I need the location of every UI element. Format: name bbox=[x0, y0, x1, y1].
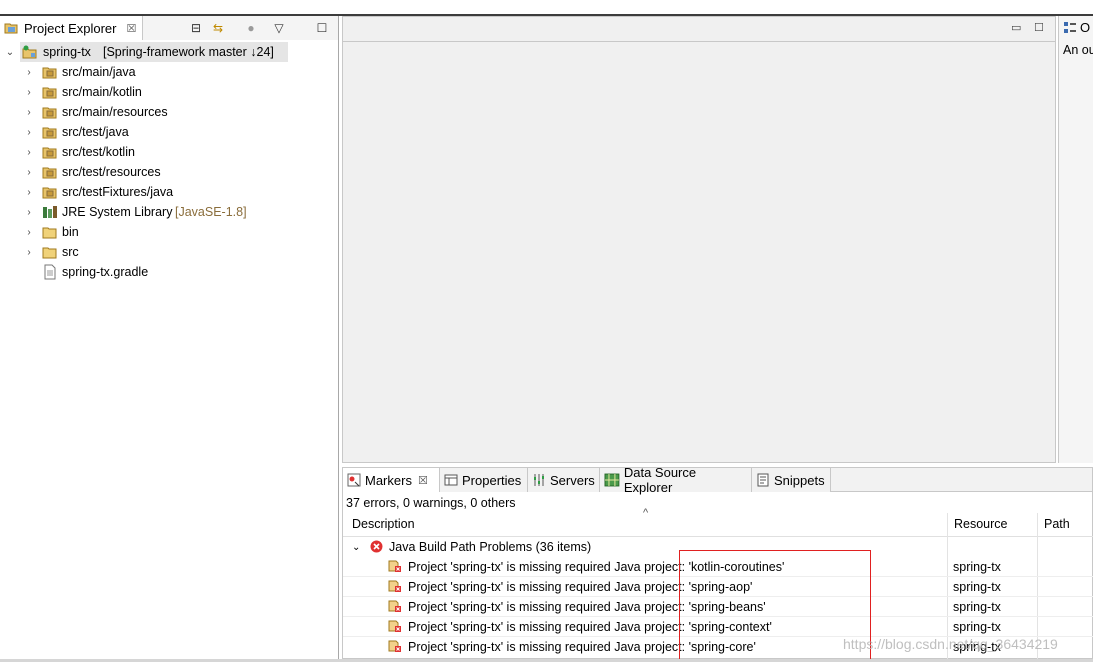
watermark: https://blog.csdn.net/qq_36434219 bbox=[843, 636, 1058, 652]
marker-resource: spring-tx bbox=[953, 600, 1001, 614]
tab-label: Servers bbox=[550, 472, 595, 488]
markers-icon bbox=[347, 473, 361, 487]
package-folder-icon bbox=[42, 107, 57, 119]
maximize-icon[interactable]: ☐ bbox=[314, 20, 330, 36]
view-menu-icon[interactable]: ▽ bbox=[271, 20, 287, 36]
tab-servers[interactable]: Servers bbox=[528, 468, 600, 492]
tab-properties[interactable]: Properties bbox=[440, 468, 528, 492]
minimize-icon[interactable]: ▭ bbox=[1011, 21, 1021, 34]
group-label: Java Build Path Problems (36 items) bbox=[389, 540, 592, 554]
file-icon bbox=[44, 264, 56, 280]
root-label: spring-tx bbox=[43, 45, 91, 59]
build-path-error-icon bbox=[388, 600, 401, 612]
column-description[interactable]: Description bbox=[352, 517, 415, 531]
column-resource[interactable]: Resource bbox=[954, 517, 1008, 531]
properties-icon bbox=[444, 474, 458, 486]
chevron-right-icon[interactable]: › bbox=[24, 162, 34, 182]
folder-icon bbox=[42, 247, 57, 259]
panel-tabs: Markers ☒ Properties Servers Data Source… bbox=[343, 465, 1092, 495]
chevron-right-icon[interactable]: › bbox=[24, 242, 34, 262]
chevron-right-icon[interactable]: › bbox=[24, 222, 34, 242]
data-source-icon bbox=[604, 473, 620, 487]
chevron-right-icon[interactable]: › bbox=[24, 102, 34, 122]
project-explorer-header: Project Explorer ☒ ⊟ ⇆ ● ▽ ☐ bbox=[0, 16, 338, 40]
tab-label: Markers bbox=[365, 472, 412, 488]
tree-item-label[interactable]: src bbox=[62, 245, 79, 259]
chevron-right-icon[interactable]: › bbox=[24, 62, 34, 82]
package-folder-icon bbox=[42, 127, 57, 139]
tree-item-label[interactable]: src/main/java bbox=[62, 65, 136, 79]
chevron-down-icon[interactable]: ⌄ bbox=[5, 42, 15, 62]
tree-item-label[interactable]: src/test/kotlin bbox=[62, 145, 135, 159]
root-decoration: [Spring-framework master ↓24] bbox=[103, 45, 274, 59]
outline-message: An ou bbox=[1063, 43, 1093, 57]
close-icon[interactable]: ☒ bbox=[418, 474, 428, 487]
servers-icon bbox=[534, 474, 544, 486]
jre-version-decoration: [JavaSE-1.8] bbox=[175, 205, 247, 219]
marker-resource: spring-tx bbox=[953, 560, 1001, 574]
marker-resource: spring-tx bbox=[953, 580, 1001, 594]
outline-icon bbox=[1064, 21, 1076, 33]
package-folder-icon bbox=[42, 167, 57, 179]
project-explorer-title: Project Explorer bbox=[24, 20, 117, 36]
focus-icon[interactable]: ● bbox=[243, 20, 259, 36]
project-explorer-view: Project Explorer ☒ ⊟ ⇆ ● ▽ ☐ ⌄ spring-tx… bbox=[0, 16, 339, 659]
column-path[interactable]: Path bbox=[1044, 517, 1070, 531]
chevron-down-icon[interactable]: ⌄ bbox=[352, 542, 360, 553]
tab-label: Properties bbox=[462, 472, 522, 488]
build-path-error-icon bbox=[388, 640, 401, 652]
tree-item-label[interactable]: JRE System Library bbox=[62, 205, 172, 219]
error-icon bbox=[370, 540, 383, 553]
chevron-right-icon[interactable]: › bbox=[24, 182, 34, 202]
outline-view: O An ou bbox=[1058, 16, 1093, 463]
folder-icon bbox=[42, 227, 57, 239]
tab-outline[interactable]: O bbox=[1063, 20, 1090, 35]
tab-project-explorer[interactable]: Project Explorer ☒ bbox=[0, 16, 144, 40]
close-icon[interactable]: ☒ bbox=[126, 22, 136, 35]
package-folder-icon bbox=[42, 147, 57, 159]
tree-item-label[interactable]: src/test/resources bbox=[62, 165, 161, 179]
package-folder-icon bbox=[42, 67, 57, 79]
project-icon bbox=[22, 45, 37, 59]
markers-table-header: Description ^ Resource Path bbox=[343, 507, 1093, 537]
editor-canvas bbox=[343, 41, 1055, 462]
tab-markers[interactable]: Markers ☒ bbox=[343, 468, 440, 492]
markers-panel: Markers ☒ Properties Servers Data Source… bbox=[342, 465, 1093, 660]
markers-summary: 37 errors, 0 warnings, 0 others bbox=[346, 496, 516, 510]
build-path-error-icon bbox=[388, 560, 401, 572]
tab-snippets[interactable]: Snippets bbox=[752, 468, 831, 492]
tree-item-label[interactable]: bin bbox=[62, 225, 79, 239]
tab-label: Snippets bbox=[774, 472, 825, 488]
chevron-right-icon[interactable]: › bbox=[24, 122, 34, 142]
outline-title: O bbox=[1080, 20, 1091, 35]
link-with-editor-icon[interactable]: ⇆ bbox=[210, 20, 226, 36]
tab-label: Data Source Explorer bbox=[623, 465, 697, 495]
tree-item-label[interactable]: spring-tx.gradle bbox=[62, 265, 148, 279]
package-folder-icon bbox=[42, 187, 57, 199]
tree-item-label[interactable]: src/main/resources bbox=[62, 105, 168, 119]
marker-resource: spring-tx bbox=[953, 620, 1001, 634]
build-path-error-icon bbox=[388, 620, 401, 632]
chevron-right-icon[interactable]: › bbox=[24, 202, 34, 222]
tree-item-label[interactable]: src/testFixtures/java bbox=[62, 185, 173, 199]
tree-item-label[interactable]: src/test/java bbox=[62, 125, 129, 139]
collapse-all-icon[interactable]: ⊟ bbox=[188, 20, 204, 36]
maximize-icon[interactable]: ☐ bbox=[1034, 21, 1044, 34]
library-icon bbox=[43, 206, 57, 218]
project-explorer-icon bbox=[4, 23, 18, 34]
tree-item-label[interactable]: src/main/kotlin bbox=[62, 85, 142, 99]
sort-indicator-icon: ^ bbox=[643, 507, 649, 519]
build-path-error-icon bbox=[388, 580, 401, 592]
snippets-icon bbox=[757, 473, 769, 487]
editor-area: ▭ ☐ bbox=[342, 16, 1056, 463]
tab-data-source-explorer[interactable]: Data Source Explorer bbox=[600, 465, 752, 495]
chevron-right-icon[interactable]: › bbox=[24, 82, 34, 102]
package-folder-icon bbox=[42, 87, 57, 99]
chevron-right-icon[interactable]: › bbox=[24, 142, 34, 162]
